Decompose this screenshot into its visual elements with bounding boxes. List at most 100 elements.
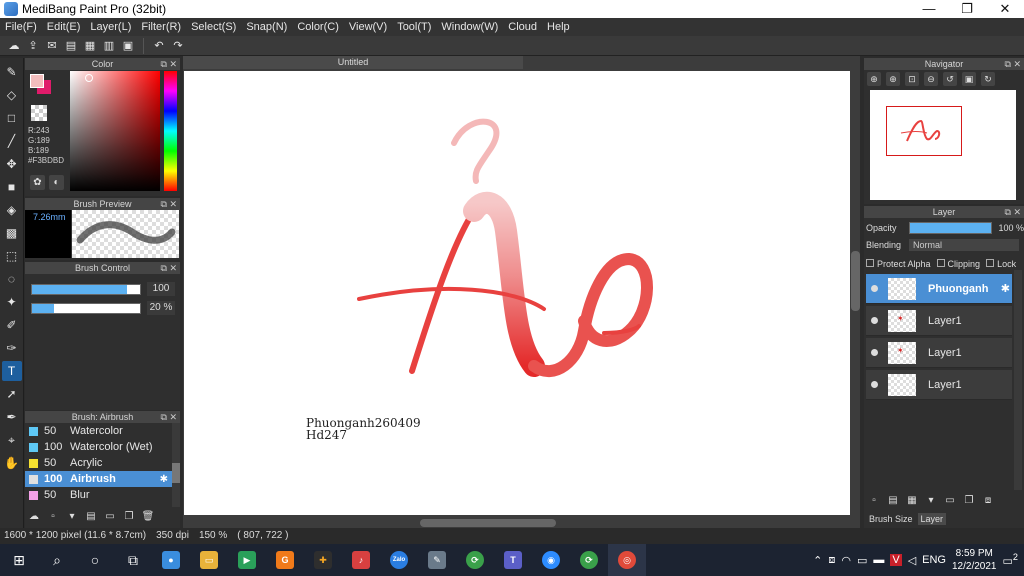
tab-brush-size[interactable]: Brush Size bbox=[866, 513, 916, 525]
text-tool-icon[interactable]: T bbox=[1, 361, 22, 381]
chat-icon[interactable]: ✉ bbox=[44, 38, 60, 54]
brush-tool-icon[interactable]: ✎ bbox=[2, 62, 22, 82]
tab-layer[interactable]: Layer bbox=[917, 513, 947, 525]
language-indicator[interactable]: ENG bbox=[922, 554, 946, 566]
menu-select[interactable]: Select(S) bbox=[186, 21, 241, 33]
panel-close-icon[interactable]: ⧉ ✕ bbox=[1005, 58, 1021, 70]
new-halftone-layer-icon[interactable]: ▤ bbox=[886, 494, 900, 508]
redo-icon[interactable]: ↷ bbox=[170, 38, 186, 54]
rotate-left-icon[interactable]: ↺ bbox=[943, 72, 957, 86]
transparent-color-swatch[interactable] bbox=[31, 105, 47, 121]
divide-tool-icon[interactable]: ✒ bbox=[2, 407, 22, 427]
saturation-value-picker[interactable] bbox=[70, 71, 160, 191]
primary-color-swatch[interactable] bbox=[30, 74, 44, 88]
canvas-horizontal-scrollbar[interactable] bbox=[184, 518, 850, 528]
close-button[interactable]: ✕ bbox=[986, 0, 1024, 18]
cloud-icon[interactable]: ☁ bbox=[6, 38, 22, 54]
brush-size-value[interactable]: 100 bbox=[147, 282, 175, 296]
file-explorer-icon[interactable]: ▭ bbox=[190, 544, 228, 576]
brush-item-blur[interactable]: 50 Blur bbox=[25, 487, 180, 503]
layer-folder-icon[interactable]: ▭ bbox=[943, 494, 957, 508]
paint-app-icon[interactable]: ✎ bbox=[418, 544, 456, 576]
brush-settings-gear-icon[interactable]: ✱ bbox=[160, 474, 168, 485]
rectangle-tool-icon[interactable]: □ bbox=[2, 108, 22, 128]
brush-size-slider[interactable] bbox=[31, 284, 141, 295]
brush-opacity-value[interactable]: 20 % bbox=[147, 301, 175, 315]
layer-item-phuonganh[interactable]: Phuonganh ✱ bbox=[866, 274, 1012, 304]
brush-item-acrylic[interactable]: 50 Acrylic bbox=[25, 455, 180, 471]
select-rect-tool-icon[interactable]: ⬚ bbox=[2, 246, 22, 266]
comment-icon[interactable]: ▤ bbox=[63, 38, 79, 54]
horizontal-scroll-thumb[interactable] bbox=[420, 519, 556, 527]
menu-filter[interactable]: Filter(R) bbox=[136, 21, 186, 33]
brush-settings-icon[interactable]: ▤ bbox=[84, 510, 98, 524]
menu-color[interactable]: Color(C) bbox=[292, 21, 344, 33]
menu-cloud[interactable]: Cloud bbox=[503, 21, 542, 33]
layer-list-scrollbar[interactable] bbox=[1014, 270, 1022, 490]
panel-close-icon[interactable]: ⧉ ✕ bbox=[161, 411, 177, 423]
brush-list-scroll-thumb[interactable] bbox=[172, 463, 180, 483]
start-icon[interactable]: ⊞ bbox=[0, 544, 38, 576]
menu-file[interactable]: File(F) bbox=[0, 21, 42, 33]
lock-checkbox[interactable]: Lock bbox=[986, 259, 1016, 269]
cortana-icon[interactable]: ○ bbox=[76, 544, 114, 576]
panel-layout-icon[interactable]: ▣ bbox=[120, 38, 136, 54]
task-view-icon[interactable]: ⧉ bbox=[114, 544, 152, 576]
drawing-canvas[interactable]: Phuonganh260409 Hd247 bbox=[184, 71, 850, 515]
wifi-icon[interactable]: ◠ bbox=[841, 554, 851, 567]
tray-monitor-icon[interactable]: ▭ bbox=[857, 554, 867, 567]
select-pen-tool-icon[interactable]: ✐ bbox=[2, 315, 22, 335]
upload-icon[interactable]: ⇪ bbox=[25, 38, 41, 54]
tray-v-icon[interactable]: V bbox=[890, 554, 902, 566]
menu-edit[interactable]: Edit(E) bbox=[42, 21, 86, 33]
new-8bit-layer-icon[interactable]: ▦ bbox=[905, 494, 919, 508]
layer-visibility-icon[interactable] bbox=[871, 381, 878, 388]
canvas-tab[interactable]: Untitled bbox=[183, 56, 523, 69]
brush-opacity-slider[interactable] bbox=[31, 303, 141, 314]
layer-item-layer1[interactable]: ✶ Layer1 bbox=[866, 306, 1012, 336]
document-icon[interactable]: ▦ bbox=[82, 38, 98, 54]
store-app-icon[interactable]: ● bbox=[152, 544, 190, 576]
hue-slider[interactable] bbox=[164, 71, 177, 191]
menu-layer[interactable]: Layer(L) bbox=[85, 21, 136, 33]
blending-select[interactable]: Normal bbox=[909, 239, 1020, 251]
notification-icon[interactable]: ▭2 bbox=[1003, 552, 1019, 568]
layer-visibility-icon[interactable] bbox=[871, 285, 878, 292]
eraser-tool-icon[interactable]: ◇ bbox=[2, 85, 22, 105]
lasso-tool-icon[interactable]: ◌ bbox=[2, 269, 22, 289]
maximize-button[interactable]: ❐ bbox=[948, 0, 986, 18]
clock[interactable]: 8:59 PM 12/2/2021 bbox=[952, 547, 997, 573]
chrome-icon[interactable]: ◎ bbox=[608, 544, 646, 576]
vertical-scroll-thumb[interactable] bbox=[851, 251, 860, 311]
duplicate-layer-icon[interactable]: ❐ bbox=[962, 494, 976, 508]
delete-brush-icon[interactable]: 🗑 bbox=[141, 510, 155, 524]
new-layer-icon[interactable]: ▫ bbox=[867, 494, 881, 508]
navigator-viewport-frame[interactable] bbox=[886, 106, 962, 156]
menu-window[interactable]: Window(W) bbox=[436, 21, 503, 33]
browser2-app-icon[interactable]: ⟳ bbox=[570, 544, 608, 576]
layer-item-layer1[interactable]: ✶ Layer1 bbox=[866, 338, 1012, 368]
brush-item-airbrush[interactable]: 100 Airbrush ✱ bbox=[25, 471, 180, 487]
gradient-tool-icon[interactable]: ▩ bbox=[2, 223, 22, 243]
layer-visibility-icon[interactable] bbox=[871, 349, 878, 356]
layer-item-layer1[interactable]: Layer1 bbox=[866, 370, 1012, 400]
zoom-in-step-icon[interactable]: ⊕ bbox=[886, 72, 900, 86]
browser-app-icon[interactable]: ⟳ bbox=[456, 544, 494, 576]
new-brush-icon[interactable]: ▫ bbox=[46, 510, 60, 524]
brush-item-watercolor-wet[interactable]: 100 Watercolor (Wet) bbox=[25, 439, 180, 455]
magic-wand-tool-icon[interactable]: ✦ bbox=[2, 292, 22, 312]
tray-app-icon[interactable]: ⧈ bbox=[828, 554, 835, 567]
select-eraser-tool-icon[interactable]: ✑ bbox=[2, 338, 22, 358]
duplicate-brush-icon[interactable]: ❐ bbox=[122, 510, 136, 524]
hand-tool-icon[interactable]: ✋ bbox=[2, 453, 22, 473]
layer-settings-gear-icon[interactable]: ✱ bbox=[1001, 282, 1010, 295]
panel-close-icon[interactable]: ⧉ ✕ bbox=[161, 198, 177, 210]
zoom-in-icon[interactable]: ⊕ bbox=[867, 72, 881, 86]
menu-tool[interactable]: Tool(T) bbox=[392, 21, 436, 33]
speaker-icon[interactable]: ◁ bbox=[908, 554, 916, 567]
brush-list-scrollbar[interactable] bbox=[172, 423, 180, 507]
navigator-preview[interactable] bbox=[870, 90, 1016, 200]
bucket-tool-icon[interactable]: ◈ bbox=[2, 200, 22, 220]
operation-tool-icon[interactable]: ➚ bbox=[2, 384, 22, 404]
search-icon[interactable]: ⌕ bbox=[38, 544, 76, 576]
